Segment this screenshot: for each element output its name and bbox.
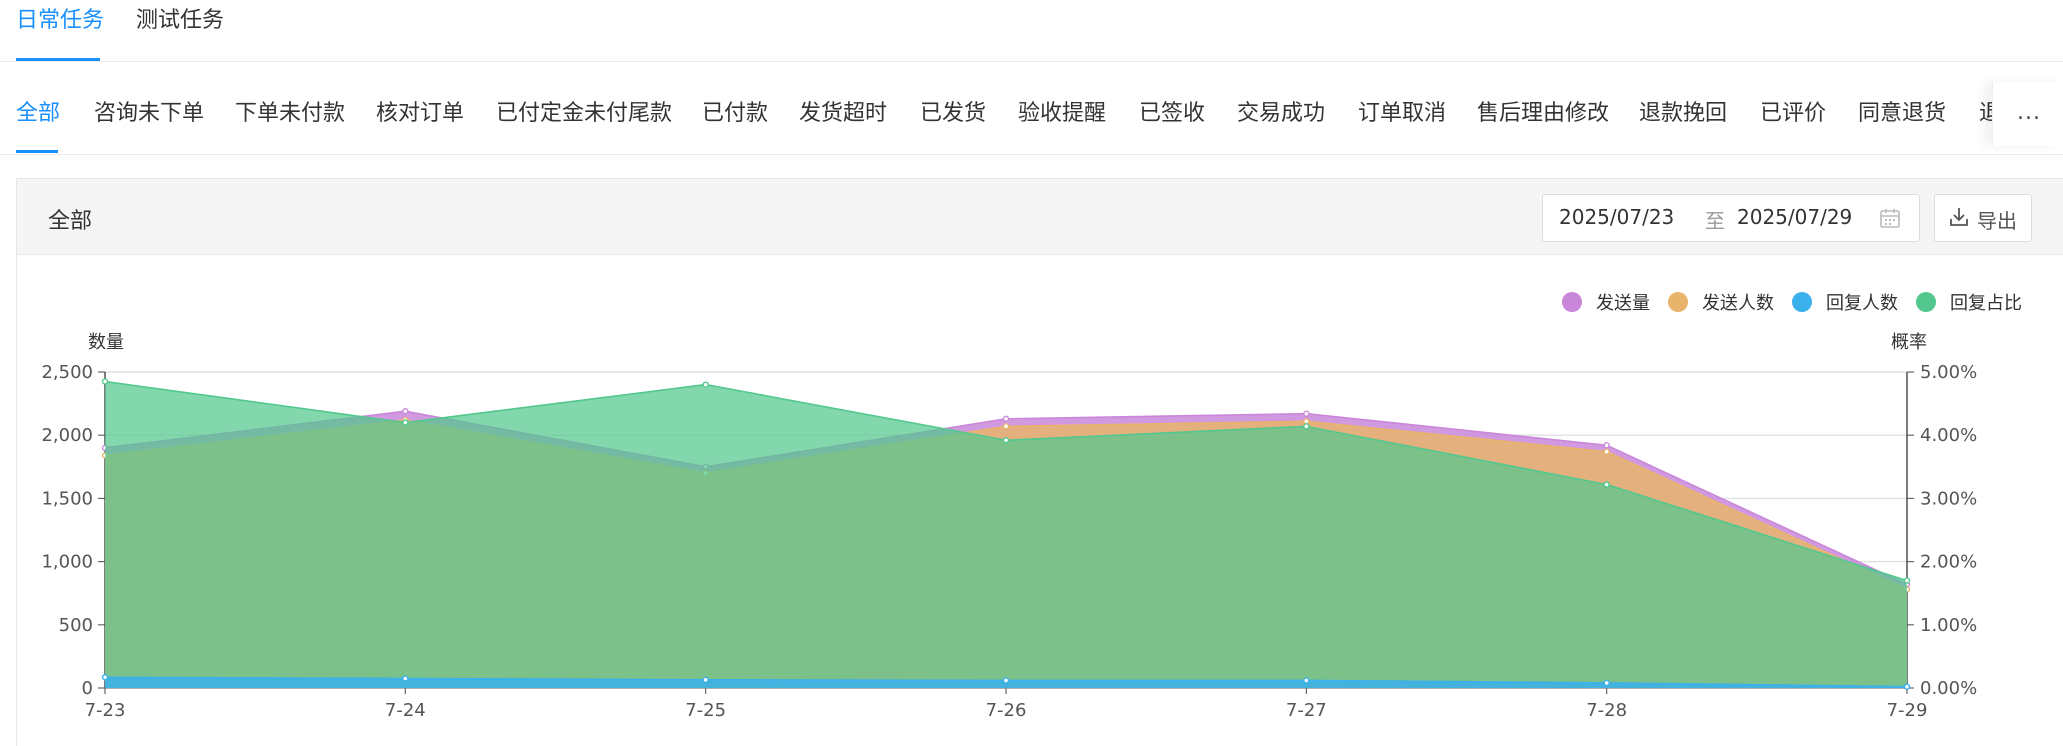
data-point-reply-count	[402, 675, 409, 682]
y-left-tick-label: 1,000	[41, 552, 93, 573]
data-point-reply-ratio	[1002, 437, 1010, 444]
y-left-tick-label: 1,500	[41, 488, 93, 509]
data-point-sender-count	[1303, 418, 1310, 425]
data-point-reply-count	[1002, 677, 1010, 684]
y-left-tick-label: 0	[82, 678, 93, 699]
data-point-send-volume	[1002, 415, 1010, 422]
x-tick-label: 7-23	[85, 700, 126, 721]
data-point-reply-ratio	[101, 378, 109, 385]
send-statistics-chart: 0 0.00% 500 1.00% 1,000 2.00% 1,500 3.00% 2,000 4…	[41, 362, 1977, 721]
y-left-tick-label: 2,500	[41, 362, 93, 383]
x-tick-label: 7-28	[1586, 700, 1627, 721]
x-tick-label: 7-24	[385, 700, 426, 721]
x-tick-label: 7-25	[685, 700, 726, 721]
data-point-reply-count	[1303, 677, 1310, 684]
y-left-tick-label: 500	[59, 615, 93, 636]
y-right-tick-label: 5.00%	[1920, 362, 1977, 383]
data-point-reply-count	[1903, 683, 1911, 690]
y-right-tick-label: 3.00%	[1920, 488, 1977, 509]
data-point-reply-ratio	[702, 381, 709, 388]
data-point-reply-ratio	[1303, 423, 1310, 430]
data-point-reply-ratio	[402, 419, 409, 426]
data-point-send-volume	[1303, 410, 1310, 417]
y-right-tick-label: 4.00%	[1920, 425, 1977, 446]
y-left-tick-label: 2,000	[41, 425, 93, 446]
y-right-tick-label: 2.00%	[1920, 552, 1977, 573]
x-tick-label: 7-27	[1286, 700, 1327, 721]
data-point-send-volume	[402, 407, 409, 415]
y-right-tick-label: 1.00%	[1920, 615, 1977, 636]
data-point-reply-ratio	[1903, 577, 1911, 584]
data-point-sender-count	[1002, 423, 1010, 430]
data-point-reply-count	[702, 676, 709, 683]
data-point-reply-count	[101, 674, 109, 681]
x-tick-label: 7-26	[986, 700, 1027, 721]
x-tick-label: 7-29	[1887, 700, 1928, 721]
data-point-sender-count	[1603, 448, 1610, 455]
data-point-reply-count	[1603, 679, 1610, 687]
y-right-tick-label: 0.00%	[1920, 678, 1977, 699]
data-point-send-volume	[1603, 442, 1610, 449]
data-point-reply-ratio	[1603, 481, 1610, 488]
